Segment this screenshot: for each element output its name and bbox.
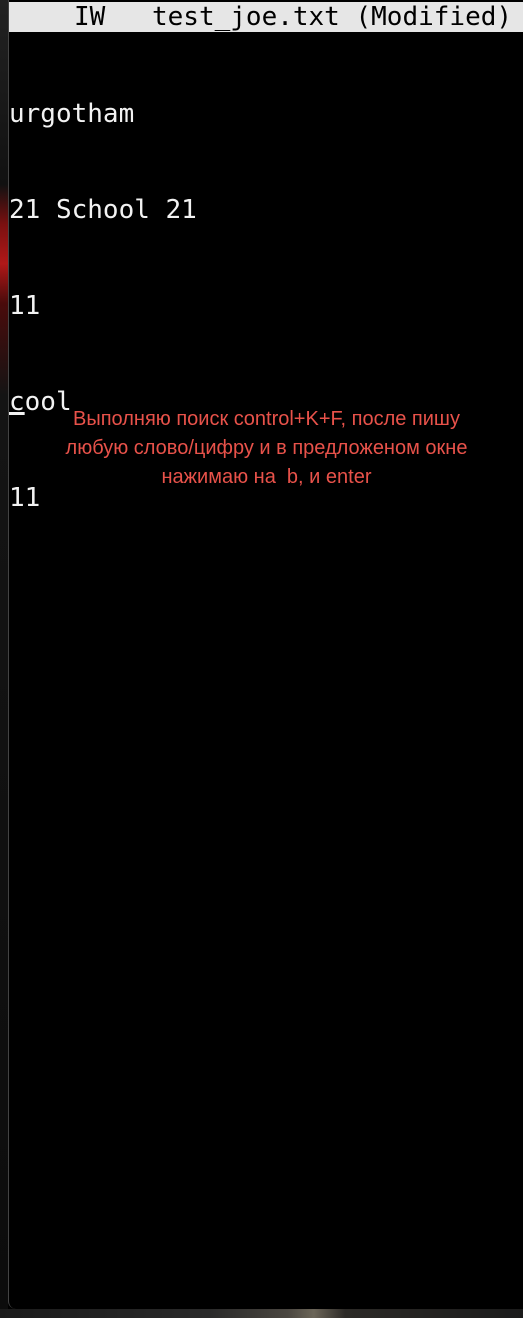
- editor-mode-indicator: IW: [74, 2, 106, 32]
- annotation-line-1: Выполняю поиск control+K+F, после пишу: [73, 408, 460, 430]
- editor-line-1[interactable]: urgotham: [9, 98, 523, 130]
- annotation-line-3: нажимаю на b, и enter: [161, 466, 372, 488]
- terminal-window[interactable]: IW test_joe.txt (Modified) urgotham 21 S…: [8, 0, 523, 1309]
- joe-status-bar: IW test_joe.txt (Modified): [9, 2, 523, 32]
- instruction-annotation: Выполняю поиск control+K+F, после пишу л…: [9, 405, 523, 492]
- desktop-background-left: [0, 0, 8, 1318]
- desktop-background-bottom: [0, 1309, 523, 1318]
- screenshot: IW test_joe.txt (Modified) urgotham 21 S…: [0, 0, 523, 1318]
- text-editor-area[interactable]: urgotham 21 School 21 11 cool 11: [9, 34, 523, 578]
- editor-line-2[interactable]: 21 School 21: [9, 194, 523, 226]
- annotation-line-2: любую слово/цифру и в предложеном окне: [65, 437, 468, 459]
- editor-line-3[interactable]: 11: [9, 290, 523, 322]
- file-name-status: test_joe.txt (Modified): [152, 2, 513, 32]
